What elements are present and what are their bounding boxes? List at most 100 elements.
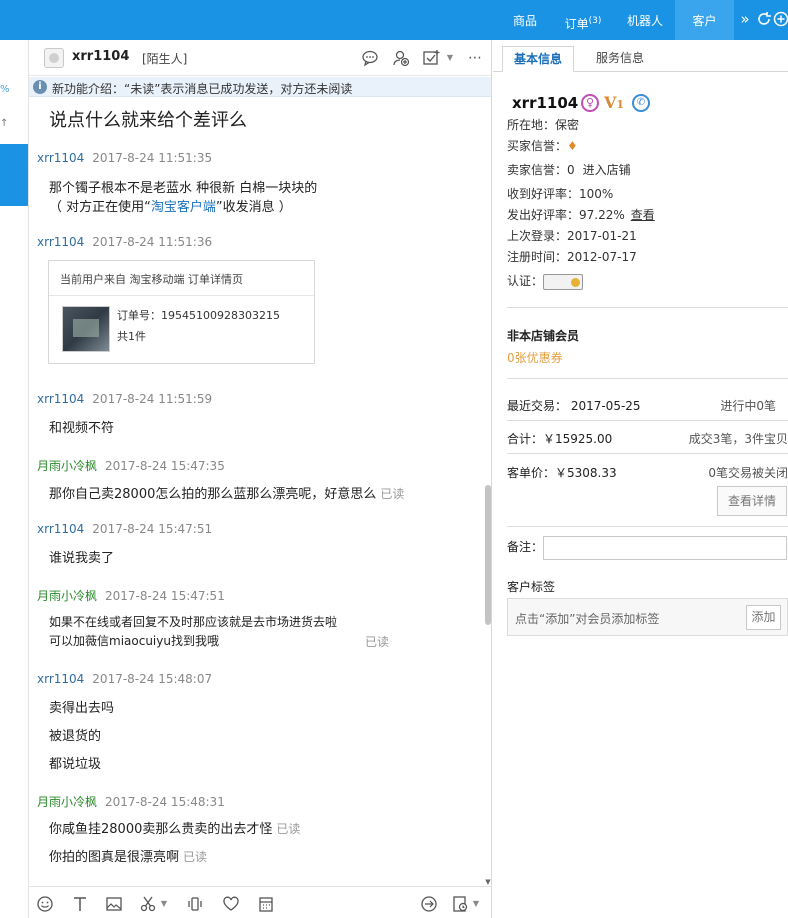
message-partial-top: 说点什么就来给个差评么	[49, 110, 247, 131]
message-time: 2017-8-24 15:48:07	[92, 672, 213, 686]
message-meta: 月雨小冷枫 2017-8-24 15:48:31	[37, 793, 225, 810]
order-number: 订单号：19545100928303215	[117, 309, 280, 322]
view-details-button[interactable]: 查看详情	[717, 486, 787, 516]
chat-bubble-icon[interactable]	[360, 49, 380, 67]
notice-text: 新功能介绍：“未读”表示消息已成功发送，对方还未阅读	[52, 82, 353, 96]
order-product-thumbnail[interactable]	[62, 306, 110, 352]
message-text: 和视频不符	[49, 421, 115, 436]
buyer-credit: 买家信誉：♦	[507, 137, 578, 154]
client-notice-post: ”收发消息 ）	[215, 200, 292, 215]
quick-reply-icon[interactable]	[419, 895, 439, 913]
history-dropdown-icon[interactable]: ▼	[470, 895, 482, 913]
closed-deals: 0笔交易被关闭	[708, 466, 788, 480]
customer-tags-label: 客户标签	[507, 580, 556, 594]
note-input[interactable]	[543, 536, 787, 560]
contact-avatar[interactable]	[44, 48, 64, 68]
scroll-down-arrow-icon[interactable]: ▼	[484, 878, 491, 886]
scissors-icon[interactable]	[138, 895, 158, 913]
seller-credit: 卖家信誉：0 进入店铺	[507, 161, 631, 178]
message-meta: xrr1104 2017-8-24 11:51:35	[37, 151, 212, 165]
customer-info-tabs: 基本信息 服务信息	[493, 40, 788, 72]
in-progress-count: 进行中0笔	[720, 399, 776, 413]
sender-name: 月雨小冷枫	[37, 795, 98, 809]
info-icon: i	[33, 80, 47, 94]
calendar-icon[interactable]	[256, 895, 276, 913]
buyer-credit-label: 买家信誉：	[507, 139, 568, 153]
left-sidebar: % ↑↓	[0, 40, 29, 918]
chat-input-toolbar: ▼ ▼	[29, 886, 491, 918]
note-label: 备注：	[507, 540, 544, 554]
view-rate-link[interactable]: 查看	[631, 208, 655, 222]
chevron-double-right-icon[interactable]: »	[736, 10, 754, 28]
message-text: 谁说我卖了	[49, 551, 115, 566]
vip-letter: V	[604, 93, 617, 112]
feature-notice-bar: i 新功能介绍：“未读”表示消息已成功发送，对方还未阅读	[29, 77, 491, 97]
message-text-content: 那你自己卖28000怎么拍的那么蓝那么漂亮呢，好意思么	[49, 487, 377, 502]
customer-info-panel: 基本信息 服务信息 xrr1104 ♀ V1 ✆ 所在地：保密 买家信誉：♦ 卖…	[493, 40, 788, 918]
message-text: 你拍的图真是很漂亮啊 已读	[49, 846, 207, 865]
contact-name[interactable]: xrr1104	[72, 49, 129, 64]
add-tag-button[interactable]: 添加	[746, 605, 781, 630]
client-link[interactable]: 淘宝客户端	[151, 200, 216, 215]
tab-basic-info[interactable]: 基本信息	[502, 46, 574, 72]
message-meta: xrr1104 2017-8-24 15:48:07	[37, 672, 212, 686]
scissors-dropdown-icon[interactable]: ▼	[158, 895, 170, 913]
chat-header: xrr1104 [陌生人] ▼ ⋯	[29, 40, 491, 76]
message-meta: 月雨小冷枫 2017-8-24 15:47:51	[37, 587, 225, 604]
message-time: 2017-8-24 15:47:51	[105, 589, 225, 603]
chat-pane: xrr1104 [陌生人] ▼ ⋯ i 新功能介绍：“未读”表示消息已成功发送，…	[29, 40, 492, 918]
order-card[interactable]: 当前用户来自 淘宝移动端 订单详情页 订单号：19545100928303215…	[48, 260, 315, 364]
tab-robot[interactable]: 机器人	[616, 0, 674, 40]
sender-name: xrr1104	[37, 392, 85, 406]
message-list[interactable]: — — — — — — — — — — — — — 说点什么就来给个差评么 xr…	[29, 98, 491, 886]
message-time: 2017-8-24 15:48:31	[105, 795, 225, 809]
tab-orders-label: 订单	[564, 17, 589, 31]
message-text-content: 你咸鱼挂28000卖那么贵卖的出去才怪	[49, 822, 273, 837]
history-icon[interactable]	[450, 895, 470, 913]
order-card-divider	[49, 295, 314, 296]
given-good-rate-value: 发出好评率：97.22%	[507, 208, 625, 222]
refresh-icon[interactable]	[755, 10, 773, 28]
message-time: 2017-8-24 15:47:35	[105, 459, 225, 473]
message-scrollbar[interactable]: ▼	[484, 98, 491, 886]
last-login: 上次登录：2017-01-21	[507, 229, 637, 243]
message-time: 2017-8-24 11:51:36	[92, 235, 213, 249]
add-task-icon[interactable]	[422, 49, 442, 67]
scrollbar-thumb[interactable]	[485, 485, 491, 625]
sender-name: xrr1104	[37, 522, 85, 536]
add-task-dropdown-icon[interactable]: ▼	[444, 49, 456, 67]
message-time: 2017-8-24 11:51:35	[92, 151, 213, 165]
phone-icon[interactable]: ✆	[632, 94, 650, 112]
image-icon[interactable]	[104, 895, 124, 913]
message-text: 你咸鱼挂28000卖那么贵卖的出去才怪 已读	[49, 818, 300, 837]
read-status: 已读	[183, 850, 208, 864]
customer-name: xrr1104	[512, 94, 579, 112]
sender-name: xrr1104	[37, 151, 85, 165]
add-circle-icon[interactable]	[772, 10, 788, 28]
enter-shop-link[interactable]: 进入店铺	[583, 163, 631, 177]
more-icon[interactable]: ⋯	[465, 49, 485, 67]
read-status: 已读	[380, 487, 405, 501]
tab-products[interactable]: 商品	[500, 0, 550, 40]
tab-products-label: 商品	[512, 14, 537, 28]
location: 所在地：保密	[507, 118, 580, 132]
message-time: 2017-8-24 11:51:59	[92, 392, 213, 406]
member-status: 非本店铺会员	[507, 329, 580, 343]
message-meta: xrr1104 2017-8-24 15:47:51	[37, 522, 212, 536]
shake-icon[interactable]	[185, 895, 205, 913]
heart-icon[interactable]	[221, 895, 241, 913]
message-time: 2017-8-24 15:47:51	[92, 522, 213, 536]
emoji-icon[interactable]	[35, 895, 55, 913]
tab-service-info[interactable]: 服务信息	[584, 46, 656, 72]
tab-customer[interactable]: 客户	[675, 0, 734, 40]
verified-badge-icon	[543, 273, 584, 290]
verification: 认证：	[507, 272, 584, 290]
verification-label: 认证：	[507, 274, 544, 288]
seller-credit-value: 卖家信誉：0	[507, 163, 575, 177]
tab-orders[interactable]: 订单(3)	[556, 0, 610, 40]
unit-price: 客单价：￥5308.33	[507, 466, 617, 480]
selected-conversation-indicator[interactable]	[0, 144, 28, 206]
diamond-icon: ♦	[567, 139, 578, 153]
font-icon[interactable]	[70, 895, 90, 913]
add-contact-icon[interactable]	[391, 49, 411, 67]
